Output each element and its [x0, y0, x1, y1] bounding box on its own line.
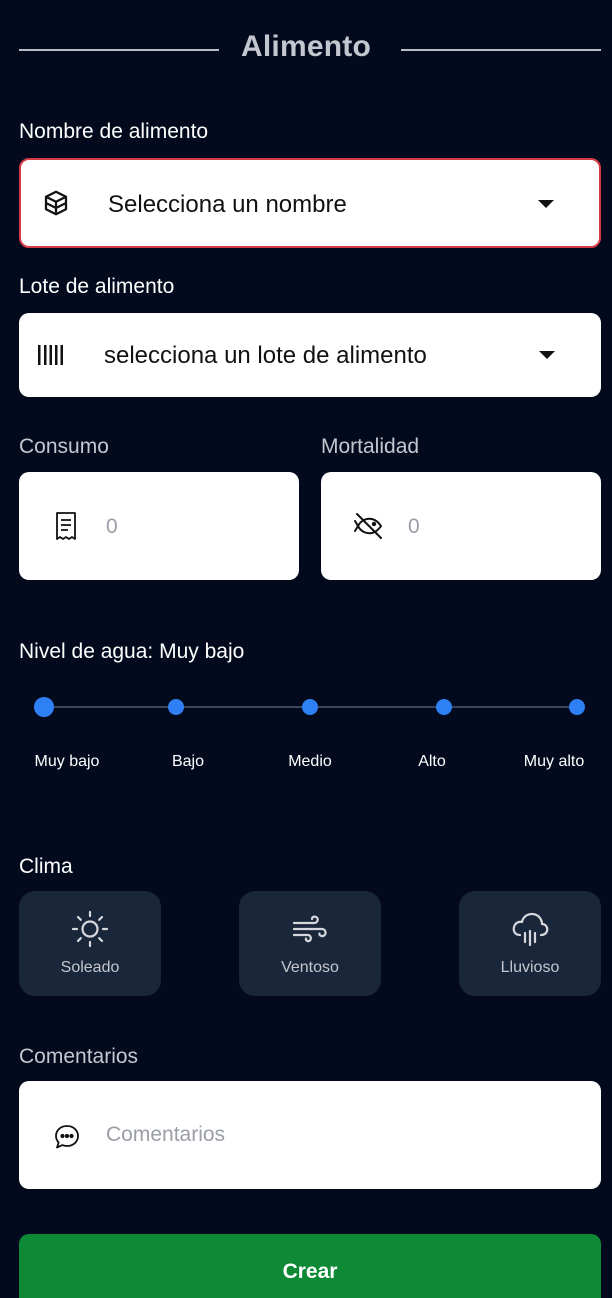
mortality-label: Mortalidad: [321, 435, 420, 458]
water-level-stop-2[interactable]: [168, 699, 184, 715]
water-level-stop-label: Alto: [418, 753, 446, 770]
barcode-icon: [37, 343, 65, 367]
food-lot-value: selecciona un lote de alimento: [104, 342, 427, 369]
water-level-stop-4[interactable]: [436, 699, 452, 715]
climate-option-label: Lluvioso: [500, 959, 560, 976]
climate-option-sunny[interactable]: Soleado: [19, 891, 161, 996]
food-name-select[interactable]: Selecciona un nombre: [19, 158, 601, 248]
create-button[interactable]: Crear: [19, 1234, 601, 1298]
receipt-icon: [53, 510, 79, 542]
consumption-label: Consumo: [19, 435, 109, 458]
climate-option-windy[interactable]: Ventoso: [239, 891, 381, 996]
food-lot-select[interactable]: selecciona un lote de alimento: [19, 313, 601, 397]
water-level-stop-label: Muy alto: [523, 753, 585, 770]
mortality-placeholder: 0: [408, 515, 420, 538]
water-level-label: Nivel de agua: Muy bajo: [19, 640, 245, 663]
food-name-value: Selecciona un nombre: [108, 191, 347, 218]
package-icon: [41, 188, 71, 218]
rain-icon: [459, 909, 601, 949]
comments-label: Comentarios: [19, 1045, 139, 1068]
climate-option-label: Ventoso: [281, 959, 339, 976]
food-lot-label: Lote de alimento: [19, 275, 175, 298]
sun-icon: [19, 909, 161, 949]
water-level-stop-3[interactable]: [302, 699, 318, 715]
water-level-stop-5[interactable]: [569, 699, 585, 715]
page-title: Alimento: [241, 30, 371, 63]
wind-icon: [239, 909, 381, 949]
consumption-placeholder: 0: [106, 515, 118, 538]
mortality-input[interactable]: 0: [321, 472, 601, 580]
water-level-stop-label: Bajo: [171, 753, 205, 770]
climate-option-label: Soleado: [60, 959, 120, 976]
chat-icon: [52, 1122, 82, 1152]
water-level-stop-1[interactable]: [34, 697, 54, 717]
consumption-input[interactable]: 0: [19, 472, 299, 580]
climate-label: Clima: [19, 855, 73, 878]
chevron-down-icon: [539, 351, 555, 359]
header-divider-right: [401, 49, 601, 51]
water-level-stop-label: Medio: [288, 753, 332, 770]
chevron-down-icon: [538, 200, 554, 208]
climate-option-rainy[interactable]: Lluvioso: [459, 891, 601, 996]
fish-off-icon: [353, 510, 385, 542]
comments-input[interactable]: Comentarios: [19, 1081, 601, 1189]
comments-placeholder: Comentarios: [106, 1123, 226, 1146]
water-level-stop-label: Muy bajo: [34, 753, 100, 770]
food-name-label: Nombre de alimento: [19, 120, 209, 143]
